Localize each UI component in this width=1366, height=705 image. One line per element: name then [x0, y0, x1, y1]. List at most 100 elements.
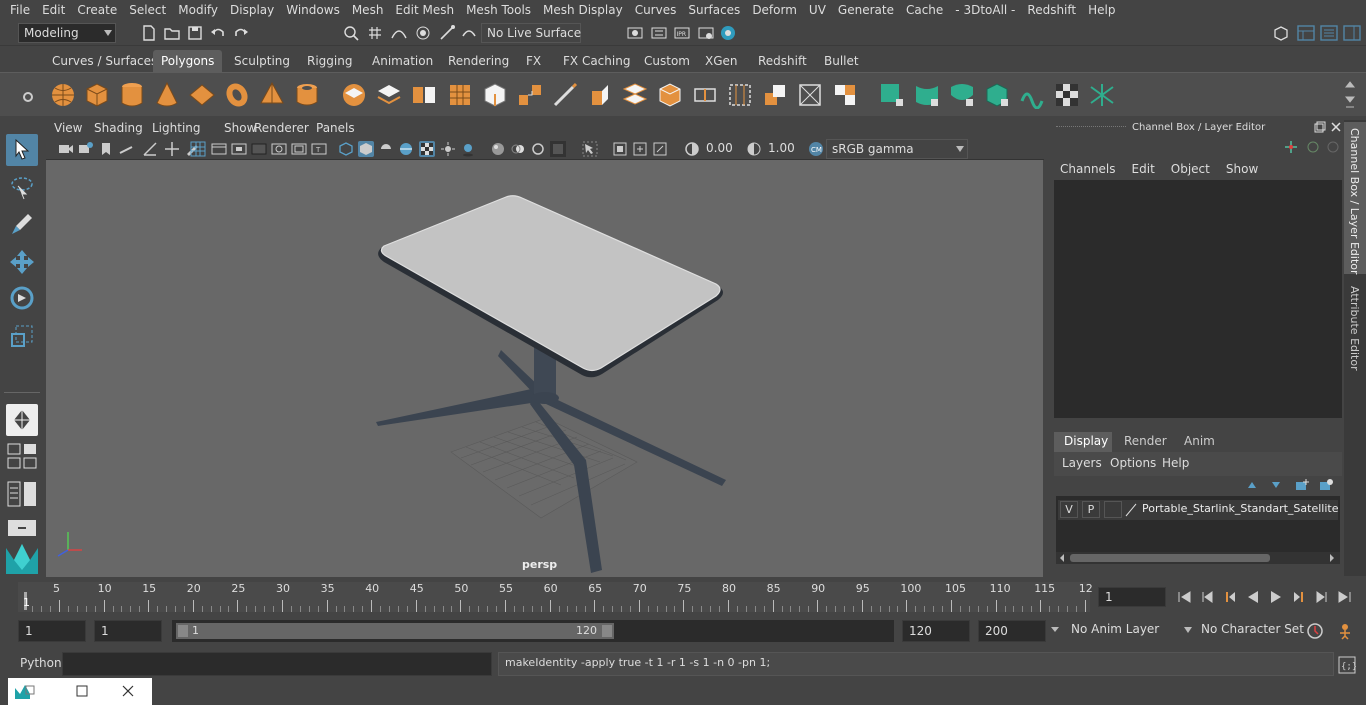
- isolate-select-icon[interactable]: [582, 141, 598, 157]
- character-set-dropdown[interactable]: No Character Set: [1196, 620, 1304, 642]
- undo-icon[interactable]: [209, 24, 227, 42]
- live-surface-field[interactable]: No Live Surface: [481, 23, 581, 43]
- menu-surfaces[interactable]: Surfaces: [682, 3, 746, 17]
- channel-list[interactable]: [1054, 180, 1342, 418]
- smooth-icon[interactable]: [446, 81, 474, 109]
- workspace-icon[interactable]: [1272, 24, 1290, 42]
- layout-icon[interactable]: [1297, 24, 1315, 42]
- gamma-field[interactable]: 1.00: [764, 139, 804, 159]
- poly-pyramid-icon[interactable]: [258, 81, 286, 109]
- playback-start-field[interactable]: 1: [94, 620, 162, 642]
- save-scene-icon[interactable]: [186, 24, 204, 42]
- anim-preferences-icon[interactable]: [1336, 622, 1354, 640]
- channel-menu-channels[interactable]: Channels: [1060, 162, 1116, 180]
- render-view-icon[interactable]: [626, 24, 644, 42]
- layer-playback-toggle[interactable]: P: [1082, 501, 1100, 518]
- smooth-shade-icon[interactable]: [358, 141, 374, 157]
- fps-dropdown-icon[interactable]: [1050, 626, 1060, 634]
- snap-grid-icon[interactable]: [366, 24, 384, 42]
- menu-redshift[interactable]: Redshift: [1021, 3, 1082, 17]
- shelf-scroll-icon[interactable]: [1343, 79, 1357, 113]
- layer-hscroll[interactable]: [1056, 552, 1340, 564]
- move-layer-up-icon[interactable]: [1244, 478, 1260, 492]
- bookmark-icon[interactable]: [98, 141, 114, 157]
- viewport-menu-view[interactable]: View: [54, 121, 82, 135]
- ambient-occlusion-icon[interactable]: [490, 141, 506, 157]
- select-tool[interactable]: [6, 134, 38, 166]
- merge-icon[interactable]: [831, 81, 859, 109]
- shelf-settings-icon[interactable]: [18, 87, 38, 107]
- new-scene-icon[interactable]: [140, 24, 158, 42]
- poly-cone-icon[interactable]: [153, 81, 181, 109]
- toggle-panels-icon[interactable]: [1320, 24, 1338, 42]
- layer-color-icon[interactable]: [1124, 502, 1138, 518]
- uv-spherical-icon[interactable]: [948, 81, 976, 109]
- menu-file[interactable]: File: [4, 3, 36, 17]
- open-scene-icon[interactable]: [163, 24, 181, 42]
- render-frame-icon[interactable]: [650, 24, 668, 42]
- viewport-menu-renderer[interactable]: Renderer: [254, 121, 309, 135]
- anti-alias-icon[interactable]: [530, 141, 546, 157]
- menu-mesh[interactable]: Mesh: [346, 3, 390, 17]
- play-forwards-icon[interactable]: [1268, 589, 1284, 605]
- menu-edit[interactable]: Edit: [36, 3, 71, 17]
- current-frame-field[interactable]: 1: [1098, 587, 1166, 607]
- menu-generate[interactable]: Generate: [832, 3, 900, 17]
- uv-unfold-icon[interactable]: [1088, 81, 1116, 109]
- step-forward-key-icon[interactable]: [1291, 589, 1307, 605]
- close-panel-icon[interactable]: [1330, 121, 1342, 133]
- snap-surface-icon[interactable]: [460, 24, 478, 42]
- layer-tab-display[interactable]: Display: [1054, 432, 1112, 452]
- depth-of-field-icon[interactable]: [550, 141, 566, 157]
- extract-icon[interactable]: [410, 81, 438, 109]
- close-window-icon[interactable]: [122, 685, 134, 697]
- 2d-pan-icon[interactable]: [164, 141, 180, 157]
- shelf-tab-fx-caching[interactable]: FX Caching: [555, 50, 638, 72]
- range-slider-left-grip[interactable]: [178, 625, 188, 637]
- layer-hscroll-thumb[interactable]: [1070, 554, 1270, 562]
- grid-snap-icon[interactable]: [142, 141, 158, 157]
- shelf-tab-animation[interactable]: Animation: [364, 50, 441, 72]
- move-tool[interactable]: [6, 246, 38, 278]
- start-time-field[interactable]: 1: [18, 620, 86, 642]
- shelf-tab-rigging[interactable]: Rigging: [299, 50, 360, 72]
- redo-icon[interactable]: [232, 24, 250, 42]
- snap-point-icon[interactable]: [414, 24, 432, 42]
- separate-icon[interactable]: [375, 81, 403, 109]
- step-back-icon[interactable]: [1199, 589, 1215, 605]
- render-settings-icon[interactable]: [697, 24, 715, 42]
- shelf-tab-custom[interactable]: Custom: [636, 50, 698, 72]
- uv-sew-icon[interactable]: [1018, 81, 1046, 109]
- anim-layer-dropdown[interactable]: No Anim Layer: [1066, 620, 1192, 642]
- manipulator-icon[interactable]: [1284, 140, 1298, 154]
- layer-row[interactable]: V P Portable_Starlink_Standart_Satellite…: [1058, 500, 1338, 520]
- offset-loop-icon[interactable]: [726, 81, 754, 109]
- fill-hole-icon[interactable]: [796, 81, 824, 109]
- auto-key-icon[interactable]: [1306, 622, 1324, 640]
- menu-select[interactable]: Select: [123, 3, 172, 17]
- exposure-field[interactable]: 0.00: [702, 139, 742, 159]
- safe-title-icon[interactable]: T: [311, 141, 327, 157]
- menu-edit-mesh[interactable]: Edit Mesh: [389, 3, 460, 17]
- bridge-icon[interactable]: [621, 81, 649, 109]
- select-hierarchy-icon[interactable]: [342, 24, 360, 42]
- menu-mesh-display[interactable]: Mesh Display: [537, 3, 629, 17]
- zoom-icon[interactable]: [652, 141, 668, 157]
- viewport-menu-shading[interactable]: Shading: [94, 121, 143, 135]
- multi-cut-icon[interactable]: [551, 81, 579, 109]
- step-forward-icon[interactable]: [1314, 589, 1330, 605]
- layer-menu-layers[interactable]: Layers: [1062, 456, 1102, 470]
- menu-create[interactable]: Create: [71, 3, 123, 17]
- poly-cylinder-icon[interactable]: [118, 81, 146, 109]
- shelf-tab-fx[interactable]: FX: [518, 50, 549, 72]
- command-input[interactable]: [62, 652, 492, 676]
- viewport-menu-panels[interactable]: Panels: [316, 121, 355, 135]
- uv-automatic-icon[interactable]: [983, 81, 1011, 109]
- poly-plane-icon[interactable]: [188, 81, 216, 109]
- new-layer-icon[interactable]: [1294, 478, 1310, 492]
- uv-cylindrical-icon[interactable]: [913, 81, 941, 109]
- shelf-tab-rendering[interactable]: Rendering: [440, 50, 517, 72]
- uv-checker-icon[interactable]: [1053, 81, 1081, 109]
- append-polygon-icon[interactable]: [761, 81, 789, 109]
- default-material-icon[interactable]: [378, 141, 394, 157]
